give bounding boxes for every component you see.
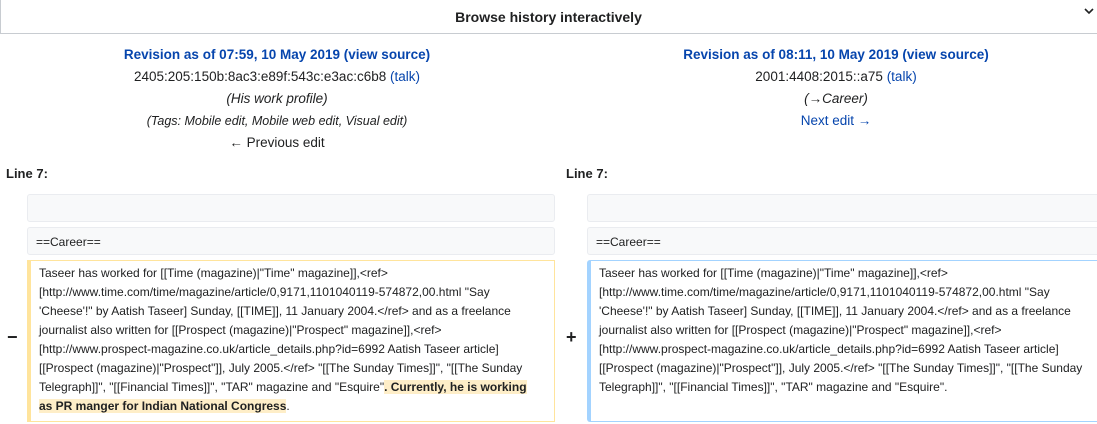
- deleted-text-line: Taseer has worked for [[Time (magazine)|…: [39, 266, 388, 280]
- previous-edit-link[interactable]: ← Previous edit: [3, 132, 551, 154]
- added-text-line: [http://www.prospect-magazine.co.uk/arti…: [599, 342, 1059, 356]
- removed-text-highlight: as PR manger for Indian National Congres…: [39, 399, 287, 413]
- right-view-source-link[interactable]: (view source): [902, 47, 988, 62]
- added-line-text: Taseer has worked for [[Time (magazine)|…: [599, 264, 1089, 397]
- left-talk-link[interactable]: (talk): [390, 69, 420, 84]
- right-talk-link[interactable]: (talk): [887, 69, 917, 84]
- header-left-border: [0, 0, 1, 34]
- added-line: Taseer has worked for [[Time (magazine)|…: [587, 260, 1097, 422]
- right-edit-summary: (→Career): [804, 91, 868, 106]
- added-text-line: Telegraph]]", "[[Financial Times]]", "TA…: [599, 380, 948, 394]
- left-revision-info: Revision as of 07:59, 10 May 2019 (view …: [3, 44, 551, 154]
- left-revision-link[interactable]: Revision as of 07:59, 10 May 2019: [124, 47, 340, 62]
- removed-text-highlight: . Currently, he is working: [384, 380, 527, 394]
- header-title[interactable]: Browse history interactively: [455, 9, 642, 25]
- left-revision-user: 2405:205:150b:8ac3:e89f:543c:e3ac:c6b8 (…: [3, 66, 551, 88]
- left-context-text: ==Career==: [36, 235, 101, 249]
- history-browser-header[interactable]: Browse history interactively: [0, 0, 1097, 34]
- left-revision-title: Revision as of 07:59, 10 May 2019 (view …: [3, 44, 551, 66]
- left-edit-tags: (Tags: Mobile edit, Mobile web edit, Vis…: [146, 114, 408, 128]
- next-edit-link[interactable]: Next edit →: [562, 110, 1097, 132]
- deleted-text-line: [http://www.prospect-magazine.co.uk/arti…: [39, 342, 499, 356]
- deleted-line: Taseer has worked for [[Time (magazine)|…: [27, 260, 555, 422]
- added-text-line: Taseer has worked for [[Time (magazine)|…: [599, 266, 948, 280]
- deleted-text-line: Telegraph]]", "[[Financial Times]]", "TA…: [39, 380, 385, 394]
- left-context-line-blank: [27, 194, 555, 222]
- added-text-line: 'Cheese'!" by Aatish Taseer] Sunday, [[T…: [599, 304, 1071, 318]
- chevron-down-icon[interactable]: [1083, 4, 1097, 24]
- left-edit-summary: (His work profile): [226, 91, 328, 106]
- right-revision-title: Revision as of 08:11, 10 May 2019 (view …: [562, 44, 1097, 66]
- added-text-line: journalist also written for [[Prospect (…: [599, 323, 1002, 337]
- deleted-line-text: Taseer has worked for [[Time (magazine)|…: [39, 264, 546, 416]
- right-revision-user: 2001:4408:2015::a75 (talk): [562, 66, 1097, 88]
- left-view-source-link[interactable]: (view source): [344, 47, 430, 62]
- deleted-text-line: [http://www.time.com/time/magazine/artic…: [39, 285, 490, 299]
- right-context-line-career: ==Career==: [587, 227, 1097, 255]
- added-line-marker: +: [566, 327, 577, 347]
- deleted-text-line: [[Prospect (magazine)|"Prospect"]], July…: [39, 361, 523, 375]
- added-text-line: [http://www.time.com/time/magazine/artic…: [599, 285, 1050, 299]
- deleted-text-end: .: [286, 399, 290, 413]
- left-line-number: Line 7:: [6, 166, 48, 181]
- right-user-link[interactable]: 2001:4408:2015::a75: [755, 69, 883, 84]
- added-text-line: [[Prospect (magazine)|"Prospect"]], July…: [599, 361, 1083, 375]
- deleted-line-marker: −: [7, 327, 18, 347]
- right-revision-link[interactable]: Revision as of 08:11, 10 May 2019: [683, 47, 898, 62]
- left-user-link[interactable]: 2405:205:150b:8ac3:e89f:543c:e3ac:c6b8: [134, 69, 386, 84]
- right-revision-info: Revision as of 08:11, 10 May 2019 (view …: [562, 44, 1097, 132]
- deleted-text-line: journalist also written for [[Prospect (…: [39, 323, 442, 337]
- right-context-line-blank: [587, 194, 1097, 222]
- left-context-line-career: ==Career==: [27, 227, 555, 255]
- deleted-text-line: 'Cheese'!" by Aatish Taseer] Sunday, [[T…: [39, 304, 511, 318]
- right-context-text: ==Career==: [596, 235, 661, 249]
- right-line-number: Line 7:: [566, 166, 608, 181]
